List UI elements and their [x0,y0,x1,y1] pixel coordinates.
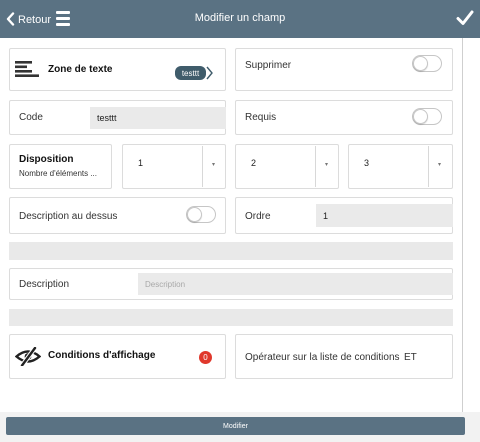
field-tag[interactable]: testtt [175,66,206,80]
eye-slash-icon [15,347,41,366]
layout-card [9,144,112,189]
condition-operator-label: Opérateur sur la liste de conditions [245,352,400,363]
tag-arrow-icon [206,66,213,80]
divider [462,38,463,412]
description-input[interactable]: Description [138,273,453,295]
checkmark-icon [456,10,474,25]
text-lines-icon [15,61,39,77]
layout-select-2-value: 2 [251,158,257,168]
display-conditions-label: Conditions d'affichage [48,350,156,361]
hamburger-menu-icon[interactable] [56,10,70,27]
description-above-label: Description au dessus [19,211,118,222]
layout-subtitle: Nombre d'éléments ... [19,169,98,178]
confirm-button[interactable] [456,9,474,32]
condition-operator-value[interactable]: ET [404,352,417,363]
layout-select-1-value: 1 [138,158,144,168]
select-divider [202,146,203,187]
layout-select-3-value: 3 [364,158,370,168]
code-input[interactable]: testtt [90,107,226,129]
chevron-down-icon: ▾ [212,162,216,168]
conditions-count-badge: 0 [199,351,212,364]
select-divider [315,146,316,187]
order-label: Ordre [245,211,271,222]
chevron-down-icon: ▾ [325,162,329,168]
section-separator [9,242,453,260]
description-above-toggle[interactable] [186,206,216,223]
delete-label: Supprimer [245,60,292,71]
back-button[interactable]: Retour [6,9,51,29]
chevron-left-icon [6,12,15,26]
select-divider [428,146,429,187]
back-label: Retour [18,13,52,26]
submit-button[interactable]: Modifier [6,417,465,435]
section-separator [9,309,453,326]
code-label: Code [19,112,43,123]
required-toggle[interactable] [412,108,442,125]
scrollbar-track[interactable] [470,38,480,412]
field-type-label: Zone de texte [48,64,113,75]
top-bar: Retour Modifier un champ [0,0,480,38]
description-label: Description [19,279,70,290]
order-input[interactable]: 1 [316,204,453,227]
required-label: Requis [245,112,277,123]
chevron-down-icon: ▾ [438,162,442,168]
layout-title: Disposition [19,154,74,165]
delete-toggle[interactable] [412,55,442,72]
page-title: Modifier un champ [194,12,286,24]
